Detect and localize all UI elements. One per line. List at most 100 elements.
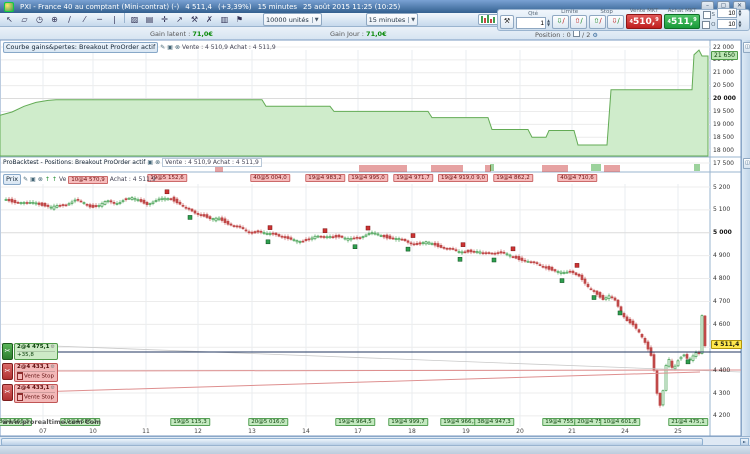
o-label: O bbox=[711, 22, 715, 28]
panel-collapse-icon[interactable]: ◫ bbox=[743, 158, 750, 169]
horizontal-line-tool-icon[interactable]: ─ bbox=[92, 13, 107, 27]
window-icon[interactable]: ▣ bbox=[30, 176, 36, 183]
buy-stop-button[interactable]: ⇩∕ bbox=[607, 15, 624, 29]
position-value: 0 bbox=[567, 31, 571, 39]
close-icon[interactable]: ⊗ bbox=[175, 44, 180, 51]
buy-market-button[interactable]: 4511,9 bbox=[664, 14, 700, 29]
price-panel-header: Prix ✎ ▣ ⊗ ↑ ↑ Ve 10@4 570,9 Achat : 4 5… bbox=[3, 174, 156, 185]
panel-collapse-icon[interactable]: ◫ bbox=[743, 42, 750, 53]
gain-latent: Gain latent : 71,0€ bbox=[150, 30, 213, 38]
gain-latent-label: Gain latent : bbox=[150, 30, 190, 38]
gear-icon[interactable]: ⚙ bbox=[592, 32, 597, 39]
position-label: Position : bbox=[535, 31, 565, 39]
arrow-up-icon[interactable]: ↑ bbox=[52, 176, 57, 183]
titlebar-change: (+3,39%) bbox=[218, 3, 252, 11]
sell-market-button[interactable]: 4510,9 bbox=[626, 14, 662, 29]
buy-limit-button[interactable]: ⇧∕ bbox=[570, 15, 587, 29]
text-note-icon[interactable]: ▤ bbox=[142, 13, 157, 27]
window-icon[interactable]: ▣ bbox=[147, 159, 153, 166]
buy-price-decimal: 9 bbox=[693, 17, 696, 23]
positions-panel-title[interactable]: ProBacktest - Positions: Breakout ProOrd… bbox=[3, 159, 145, 166]
settings-hammer-icon[interactable]: ⚒ bbox=[187, 13, 202, 27]
right-toolbar-strip: ◫ ◫ bbox=[741, 40, 750, 445]
app-icon bbox=[4, 2, 14, 12]
positions-quote: Vente : 4 510,9 Achat : 4 511,9 bbox=[162, 158, 262, 167]
wrench-icon[interactable]: ⚒ bbox=[500, 15, 514, 29]
overlap-order-tag: 10@4 570,9 bbox=[68, 176, 108, 184]
stop-distance-input[interactable] bbox=[717, 8, 737, 18]
edit-icon[interactable]: ✎ bbox=[23, 176, 28, 183]
price-panel-title[interactable]: Prix bbox=[3, 174, 21, 185]
sell-price-main: 510, bbox=[633, 17, 655, 27]
status-bar bbox=[0, 445, 750, 454]
vertical-line-tool-icon[interactable]: | bbox=[107, 13, 122, 27]
position-status: Position : 0 / 2 ⚙ bbox=[535, 30, 598, 39]
window-icon[interactable]: ▣ bbox=[167, 44, 173, 51]
objective-distance-stepper[interactable]: ▲▼ bbox=[738, 19, 741, 29]
equity-quote: Vente : 4 510,9 Achat : 4 511,9 bbox=[182, 44, 276, 51]
cross-tool-icon[interactable]: ✛ bbox=[157, 13, 172, 27]
stop-distance-stepper[interactable]: ▲▼ bbox=[738, 8, 741, 18]
cursor-tool-icon[interactable]: ↖ bbox=[2, 13, 17, 27]
gain-day-label: Gain Jour : bbox=[330, 30, 364, 38]
close-icon[interactable]: ⊗ bbox=[155, 159, 160, 166]
qty-input[interactable] bbox=[516, 17, 546, 29]
mini-candle bbox=[493, 17, 495, 23]
sell-mkt-group: Vente MKT 4510,9 bbox=[626, 8, 662, 29]
qty-stepper[interactable]: ▲▼ bbox=[547, 17, 550, 29]
timeframe-dropdown-value: 15 minutes bbox=[369, 16, 406, 24]
watermark: www.prorealtime.com Com bbox=[2, 418, 101, 426]
positions-panel-header: ProBacktest - Positions: Breakout ProOrd… bbox=[3, 158, 262, 167]
mini-candle bbox=[481, 16, 483, 23]
chart-frame bbox=[0, 40, 741, 436]
segment-tool-icon[interactable]: ⁄ bbox=[77, 13, 92, 27]
position-total: / 2 bbox=[582, 31, 590, 39]
limit-group: Limite ⇩∕ ⇧∕ bbox=[552, 9, 587, 29]
titlebar-datetime: 25 août 2015 11:25 (10:25) bbox=[303, 3, 400, 11]
units-dropdown-value: 10000 unités bbox=[266, 16, 309, 24]
tool-buttons: ↖▱◷⊕∕⁄─| ▨▤✛↗⚒✗▥⚑ bbox=[2, 13, 247, 27]
position-toggle[interactable] bbox=[573, 30, 580, 37]
edit-icon[interactable]: ✎ bbox=[160, 44, 165, 51]
sell-stop-button[interactable]: ⇧∕ bbox=[589, 15, 606, 29]
buy-mkt-group: Achat MKT 4511,9 bbox=[664, 8, 700, 29]
mini-candle bbox=[487, 15, 489, 23]
gain-day: Gain Jour : 71,0€ bbox=[330, 30, 387, 38]
chevron-down-icon: ▼ bbox=[408, 17, 415, 23]
arrow-up-icon[interactable]: ↑ bbox=[45, 176, 50, 183]
trendline-tool-icon[interactable]: ∕ bbox=[62, 13, 77, 27]
titlebar-price: 4 511,4 bbox=[185, 3, 212, 11]
objective-distance-input[interactable] bbox=[717, 19, 737, 29]
delete-tool-icon[interactable]: ✗ bbox=[202, 13, 217, 27]
sell-limit-button[interactable]: ⇩∕ bbox=[552, 15, 569, 29]
alarm-tool-icon[interactable]: ◷ bbox=[32, 13, 47, 27]
gain-latent-value: 71,0€ bbox=[192, 30, 213, 38]
chevron-down-icon: ▼ bbox=[312, 17, 319, 23]
qty-group: Qté ▲▼ bbox=[516, 11, 550, 29]
timeframe-dropdown[interactable]: 15 minutes ▼ bbox=[366, 13, 419, 26]
price-quote-suffix: Achat : 4 511,9 bbox=[110, 176, 156, 183]
stats-tool-icon[interactable]: ▥ bbox=[217, 13, 232, 27]
sell-price-decimal: 9 bbox=[655, 17, 658, 23]
buy-price-main: 511, bbox=[671, 17, 693, 27]
eraser-tool-icon[interactable]: ▱ bbox=[17, 13, 32, 27]
mini-candle bbox=[484, 18, 486, 23]
close-icon[interactable]: ⊗ bbox=[38, 176, 43, 183]
zoom-tool-icon[interactable]: ⊕ bbox=[47, 13, 62, 27]
toolbar-separator bbox=[124, 13, 125, 23]
trade-panel: ⚒ Qté ▲▼ Limite ⇩∕ ⇧∕ Stop ⇧∕ ⇩∕ Vente M… bbox=[497, 9, 750, 31]
stop-checkbox[interactable] bbox=[703, 11, 711, 19]
gain-day-value: 71,0€ bbox=[366, 30, 387, 38]
stop-group: Stop ⇧∕ ⇩∕ bbox=[589, 9, 624, 29]
units-dropdown[interactable]: 10000 unités ▼ bbox=[263, 13, 322, 26]
flag-tool-icon[interactable]: ⚑ bbox=[232, 13, 247, 27]
so-values: ▲▼ ▲▼ bbox=[717, 8, 741, 29]
window-title: PXI - France 40 au comptant (Mini-contra… bbox=[20, 3, 179, 11]
equity-panel-title[interactable]: Courbe gains&pertes: Breakout ProOrder a… bbox=[3, 42, 158, 53]
mini-candle bbox=[490, 19, 492, 23]
equity-panel-header: Courbe gains&pertes: Breakout ProOrder a… bbox=[3, 42, 276, 53]
s-label: S bbox=[712, 12, 716, 18]
objective-checkbox[interactable] bbox=[702, 21, 710, 29]
pointer2-tool-icon[interactable]: ↗ bbox=[172, 13, 187, 27]
chart-annotation-icon[interactable]: ▨ bbox=[127, 13, 142, 27]
